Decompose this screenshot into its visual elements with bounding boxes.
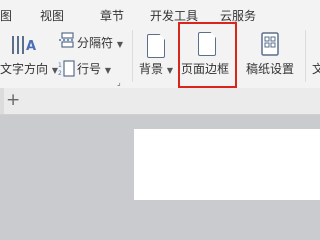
- ribbon-divider: [132, 30, 133, 82]
- tab-view[interactable]: 视图: [40, 7, 64, 24]
- text-direction-button[interactable]: 文字方向 ▼: [0, 60, 58, 77]
- tab-bar-edge: [0, 88, 4, 114]
- svg-text:2: 2: [58, 70, 62, 77]
- text-direction-label: 文字方向: [0, 62, 49, 76]
- ribbon-divider: [305, 30, 306, 82]
- dialog-launcher-icon[interactable]: ⌟: [117, 78, 121, 87]
- svg-text:A: A: [26, 39, 36, 54]
- line-number-label: 行号: [77, 62, 102, 76]
- chevron-down-icon: ▼: [166, 66, 173, 75]
- paper-setting-label: 稿纸设置: [246, 62, 295, 76]
- line-number-icon: 1 2: [58, 60, 76, 78]
- document-tab-bar: +: [0, 88, 320, 115]
- tab-partial[interactable]: 图: [0, 7, 12, 24]
- paper-setting-icon: [261, 32, 279, 56]
- line-number-button[interactable]: 行号 ▼: [77, 60, 111, 77]
- chevron-down-icon: ▼: [116, 40, 123, 49]
- separator-label: 分隔符: [77, 36, 114, 50]
- menu-tabs: 图 视图 章节 开发工具 云服务: [0, 0, 320, 26]
- page-break-icon: [58, 32, 76, 48]
- background-button[interactable]: 背景 ▼: [139, 60, 173, 77]
- chevron-down-icon: ▼: [104, 66, 111, 75]
- document-page[interactable]: [134, 129, 320, 200]
- text-direction-icon: A: [10, 34, 36, 56]
- background-icon: [147, 34, 165, 58]
- new-tab-button[interactable]: +: [6, 90, 20, 110]
- paper-setting-button[interactable]: 稿纸设置: [246, 60, 294, 77]
- overflow-label: 文: [312, 62, 320, 76]
- tab-chapter[interactable]: 章节: [100, 7, 124, 24]
- page-border-highlight: [178, 22, 237, 88]
- separator-button[interactable]: 分隔符 ▼: [77, 34, 123, 51]
- svg-text:1: 1: [58, 62, 62, 69]
- overflow-button[interactable]: 文: [312, 60, 320, 77]
- background-label: 背景: [139, 62, 164, 76]
